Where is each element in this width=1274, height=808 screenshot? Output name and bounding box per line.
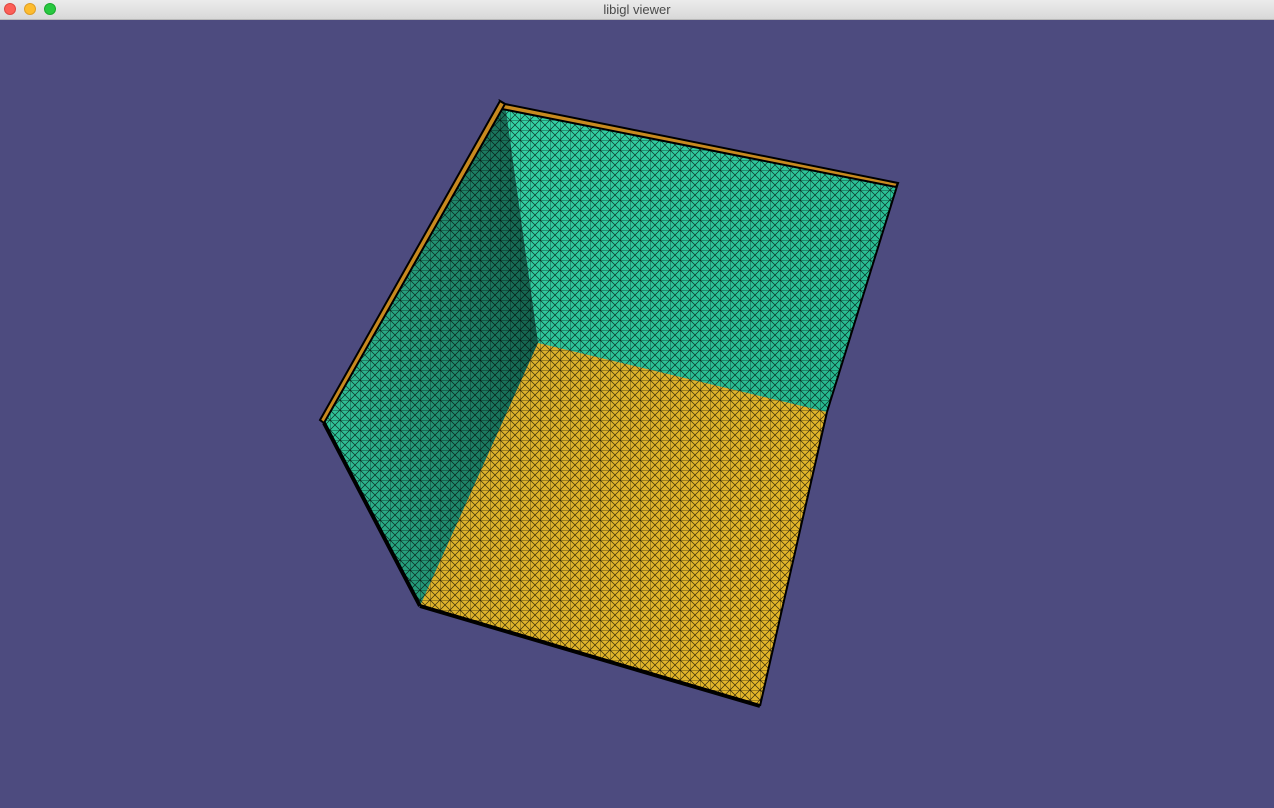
mesh-render <box>318 98 900 708</box>
app-window: libigl viewer <box>0 0 1274 808</box>
title-bar[interactable]: libigl viewer <box>0 0 1274 20</box>
window-title: libigl viewer <box>603 2 671 17</box>
3d-viewport[interactable] <box>0 20 1274 808</box>
